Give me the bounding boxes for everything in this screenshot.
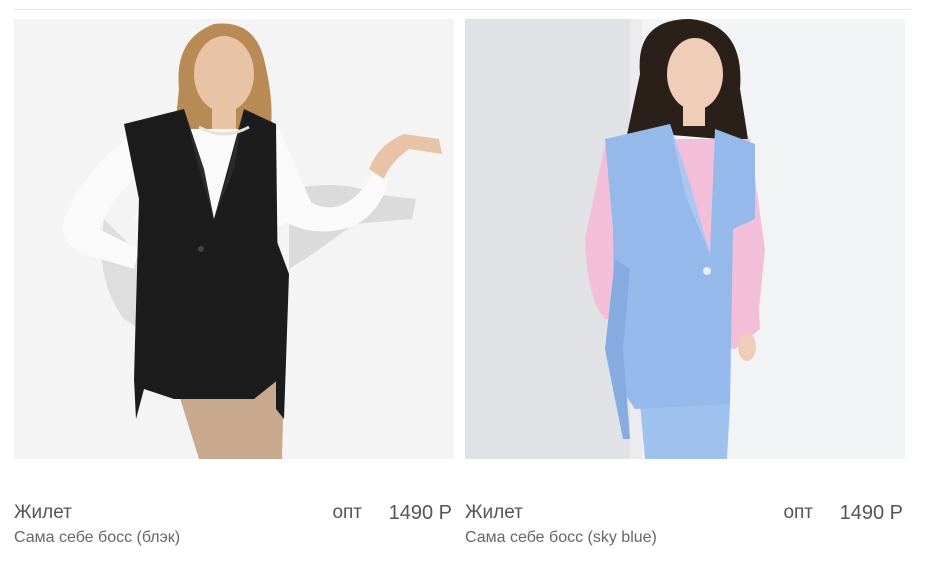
product-photo-sky-blue-vest[interactable] bbox=[465, 19, 905, 459]
product-subtitle[interactable]: Сама себе босс (sky blue) bbox=[465, 529, 657, 547]
product-photo-black-vest[interactable] bbox=[14, 19, 454, 459]
price-label: опт bbox=[783, 502, 813, 523]
product-name[interactable]: Жилет bbox=[14, 502, 72, 524]
price-label: опт bbox=[332, 502, 362, 523]
top-divider bbox=[14, 9, 911, 10]
product-name[interactable]: Жилет bbox=[465, 502, 523, 524]
product-card[interactable]: Жилет Сама себе босс (блэк) опт 1490 Р bbox=[14, 19, 454, 549]
product-subtitle[interactable]: Сама себе босс (блэк) bbox=[14, 529, 180, 547]
product-price: 1490 Р bbox=[839, 502, 903, 524]
product-info: Жилет Сама себе босс (sky blue) опт 1490… bbox=[465, 502, 905, 552]
product-price: 1490 Р bbox=[388, 502, 452, 524]
product-card[interactable]: Жилет Сама себе босс (sky blue) опт 1490… bbox=[465, 19, 905, 549]
product-info: Жилет Сама себе босс (блэк) опт 1490 Р bbox=[14, 502, 454, 552]
